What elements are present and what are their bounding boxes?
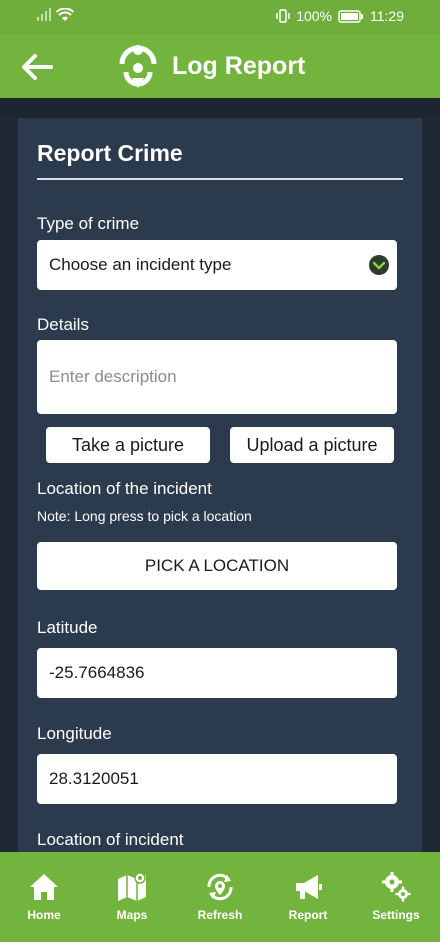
details-placeholder: Enter description [49,367,177,386]
nav-refresh[interactable]: Refresh [176,852,264,942]
form-title: Report Crime [37,140,183,166]
nav-refresh-label: Refresh [197,908,243,922]
nav-settings[interactable]: Settings [352,852,440,942]
battery-percent: 100% [296,8,332,24]
nav-settings-label: Settings [372,908,420,922]
clock: 11:29 [370,8,404,24]
signal-icon [37,8,51,21]
arrow-left-icon [22,54,53,80]
longitude-field[interactable]: 28.3120051 [37,754,397,804]
crime-type-select[interactable]: Choose an incident type [37,240,397,290]
chevron-down-icon [369,255,389,275]
wifi-icon [56,8,74,21]
crime-type-value: Choose an incident type [49,255,232,274]
nav-maps-label: Maps [116,908,148,922]
status-right: 100% 11:29 [276,8,404,24]
latitude-label: Latitude [37,618,98,637]
upload-picture-button[interactable]: Upload a picture [230,427,394,463]
latitude-value: -25.7664836 [49,663,145,682]
nav-report-label: Report [288,908,328,922]
app-header: Log Report [0,34,440,98]
details-input[interactable]: Enter description [37,340,397,414]
battery-icon [338,9,363,23]
title-divider [37,178,403,180]
incident-location-label: Location of incident [37,830,184,849]
report-form-card: Report Crime Type of crime Choose an inc… [18,118,422,858]
bottom-navigation: Home Maps Refresh Report Settings [0,852,440,942]
home-icon [30,874,58,900]
vibrate-icon [276,9,290,23]
header-shadow-strip [0,98,440,118]
app-logo-icon [119,45,157,88]
details-label: Details [37,315,89,334]
longitude-value: 28.3120051 [49,769,139,788]
map-icon [118,872,146,901]
gears-icon [382,872,411,902]
crime-type-label: Type of crime [37,214,140,233]
page-title: Log Report [172,52,306,80]
longitude-label: Longitude [37,724,112,743]
location-label: Location of the incident [37,479,212,498]
nav-home[interactable]: Home [0,852,88,942]
pick-location-button[interactable]: PICK A LOCATION [37,542,397,590]
refresh-location-icon [207,873,233,901]
nav-report[interactable]: Report [264,852,352,942]
take-picture-button[interactable]: Take a picture [46,427,210,463]
megaphone-icon [296,875,322,899]
back-button[interactable] [18,48,56,86]
status-bar: 100% 11:29 [0,0,440,34]
status-left [36,8,74,22]
nav-home-label: Home [27,908,61,922]
latitude-field[interactable]: -25.7664836 [37,648,397,698]
nav-maps[interactable]: Maps [88,852,176,942]
location-note: Note: Long press to pick a location [37,508,252,524]
